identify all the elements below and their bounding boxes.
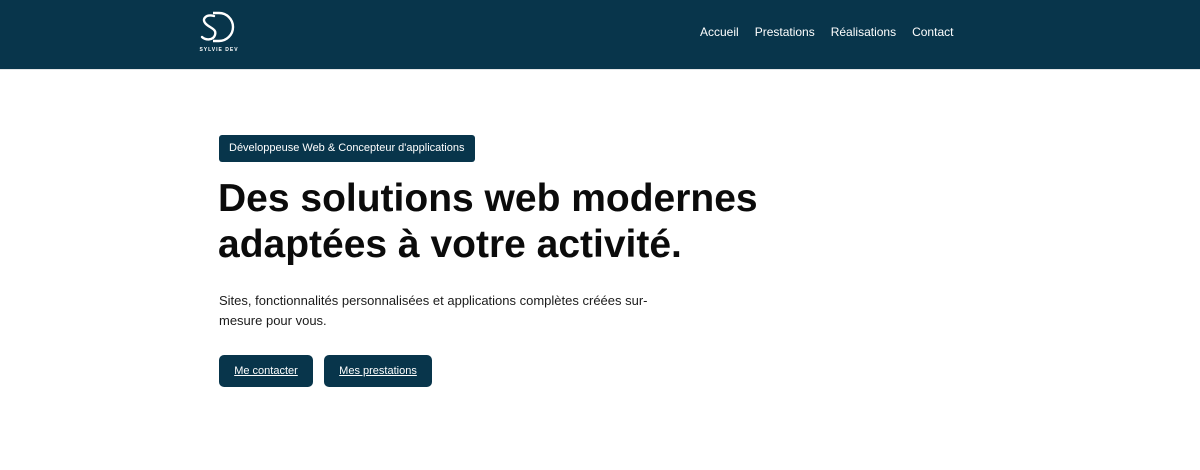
contact-button[interactable]: Me contacter xyxy=(219,355,313,387)
nav-item-accueil[interactable]: Accueil xyxy=(700,25,739,39)
main-nav: Accueil Prestations Réalisations Contact xyxy=(700,25,953,39)
nav-item-prestations[interactable]: Prestations xyxy=(755,25,815,39)
nav-item-contact[interactable]: Contact xyxy=(912,25,953,39)
logo[interactable]: SYLVIE DEV xyxy=(197,10,241,56)
services-button[interactable]: Mes prestations xyxy=(324,355,432,387)
site-header: SYLVIE DEV Accueil Prestations Réalisati… xyxy=(0,0,1200,70)
logo-text: SYLVIE DEV xyxy=(199,47,239,53)
sd-logo-icon xyxy=(200,11,235,43)
hero-subtitle: Sites, fonctionnalités personnalisées et… xyxy=(219,293,648,328)
role-badge: Développeuse Web & Concepteur d'applicat… xyxy=(219,135,475,162)
nav-item-realisations[interactable]: Réalisations xyxy=(831,25,896,39)
hero-title: Des solutions web modernes adaptées à vo… xyxy=(218,177,758,266)
